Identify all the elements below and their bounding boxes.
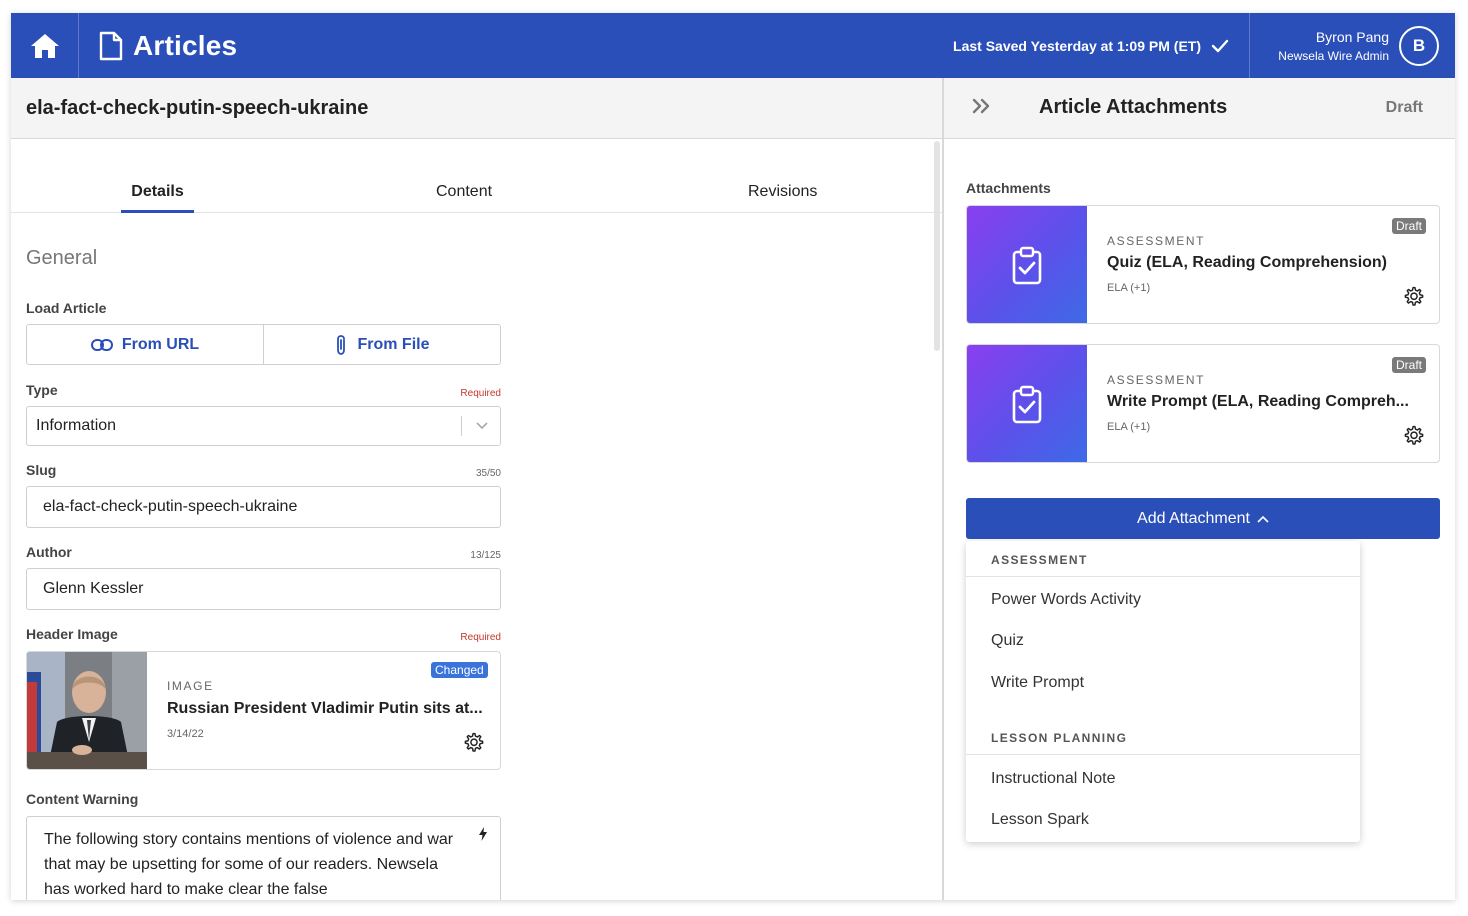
- author-input[interactable]: Glenn Kessler: [26, 568, 501, 610]
- status-badge: Draft: [1392, 357, 1427, 373]
- attachments-label: Attachments: [966, 180, 1051, 196]
- paperclip-icon: [337, 334, 346, 355]
- menu-item-lesson-spark[interactable]: Lesson Spark: [991, 811, 1089, 829]
- double-chevron-right-icon[interactable]: [972, 98, 992, 114]
- header-image-kicker: IMAGE: [167, 679, 214, 693]
- content-warning-text: The following story contains mentions of…: [44, 831, 454, 898]
- attachment-thumbnail: [967, 206, 1087, 323]
- attachment-card[interactable]: ASSESSMENT Quiz (ELA, Reading Comprehens…: [966, 205, 1440, 324]
- section-heading-general: General: [26, 247, 98, 269]
- menu-item-instructional-note[interactable]: Instructional Note: [991, 770, 1116, 788]
- page-title: ela-fact-check-putin-speech-ukraine: [26, 96, 369, 119]
- article-status: Draft: [1385, 99, 1423, 116]
- gear-icon[interactable]: [1403, 285, 1425, 307]
- clipboard-check-icon: [1012, 385, 1042, 423]
- attachment-title: Write Prompt (ELA, Reading Compreh...: [1107, 393, 1409, 410]
- type-required: Required: [460, 388, 501, 399]
- user-menu[interactable]: Byron Pang Newsela Wire Admin B: [1249, 13, 1455, 78]
- tab-content[interactable]: Content: [436, 169, 492, 213]
- add-attachment-button[interactable]: Add Attachment: [966, 498, 1440, 539]
- author-label: Author: [26, 544, 72, 560]
- app-title: Articles: [133, 29, 238, 61]
- chevron-up-icon: [1257, 515, 1269, 523]
- type-value: Information: [36, 417, 117, 434]
- article-header: ela-fact-check-putin-speech-ukraine: [11, 78, 942, 139]
- add-attachment-menu: ASSESSMENT Power Words Activity Quiz Wri…: [966, 541, 1360, 842]
- header-image-date: 3/14/22: [167, 728, 204, 740]
- attachment-kicker: ASSESSMENT: [1107, 234, 1206, 248]
- attachments-panel: Article Attachments Draft Attachments AS…: [942, 78, 1455, 900]
- tab-bar: Details Content Revisions: [11, 169, 942, 213]
- header-image-required: Required: [460, 632, 501, 643]
- add-attachment-label: Add Attachment: [1137, 509, 1250, 527]
- from-url-label: From URL: [121, 335, 200, 353]
- slug-input[interactable]: ela-fact-check-putin-speech-ukraine: [26, 486, 501, 528]
- bolt-icon[interactable]: [478, 827, 488, 841]
- slug-counter: 35/50: [475, 468, 501, 479]
- header-image-card[interactable]: IMAGE Russian President Vladimir Putin s…: [26, 651, 501, 770]
- saved-status: Last Saved Yesterday at 1:09 PM (ET): [953, 13, 1229, 78]
- attachment-subject: ELA (+1): [1107, 421, 1151, 433]
- author-counter: 13/125: [470, 550, 501, 561]
- type-select[interactable]: Information: [26, 406, 501, 446]
- header-image-thumbnail: [27, 652, 147, 769]
- tab-details[interactable]: Details: [121, 169, 194, 213]
- status-badge: Draft: [1392, 218, 1427, 234]
- top-bar: Articles Last Saved Yesterday at 1:09 PM…: [11, 13, 1455, 78]
- status-badge: Changed: [431, 662, 488, 678]
- menu-item-power-words-activity[interactable]: Power Words Activity: [991, 591, 1141, 609]
- slug-label: Slug: [26, 462, 57, 478]
- attachment-card[interactable]: ASSESSMENT Write Prompt (ELA, Reading Co…: [966, 344, 1440, 463]
- details-panel: Details Content Revisions General Load A…: [11, 139, 942, 900]
- menu-item-write-prompt[interactable]: Write Prompt: [991, 674, 1084, 692]
- attachments-title: Article Attachments: [1039, 96, 1228, 118]
- document-icon: [99, 31, 123, 60]
- attachments-header: Article Attachments Draft: [944, 78, 1455, 139]
- content-warning-textarea[interactable]: The following story contains mentions of…: [26, 816, 501, 900]
- attachment-title: Quiz (ELA, Reading Comprehension): [1107, 254, 1388, 271]
- menu-group-lesson-planning: LESSON PLANNING: [991, 731, 1128, 745]
- tab-revisions[interactable]: Revisions: [748, 169, 817, 213]
- attachment-subject: ELA (+1): [1107, 282, 1151, 294]
- avatar[interactable]: B: [1399, 25, 1439, 66]
- link-icon: [90, 338, 113, 351]
- load-article-label: Load Article: [26, 300, 107, 316]
- menu-divider: [966, 576, 1360, 577]
- saved-status-text: Last Saved Yesterday at 1:09 PM (ET): [953, 37, 1201, 54]
- menu-divider: [966, 754, 1360, 755]
- type-label: Type: [26, 382, 58, 398]
- menu-item-quiz[interactable]: Quiz: [991, 632, 1024, 650]
- header-image-title: Russian President Vladimir Putin sits at…: [167, 700, 483, 717]
- from-file-label: From File: [357, 335, 430, 353]
- select-separator: [461, 416, 462, 436]
- user-name: Byron Pang: [1315, 28, 1389, 45]
- check-icon: [1211, 39, 1229, 52]
- home-icon: [30, 33, 59, 58]
- from-file-button[interactable]: From File: [263, 325, 500, 364]
- attachment-kicker: ASSESSMENT: [1107, 373, 1206, 387]
- gear-icon[interactable]: [1403, 424, 1425, 446]
- clipboard-check-icon: [1012, 246, 1042, 284]
- from-url-button[interactable]: From URL: [27, 325, 263, 364]
- header-image-label: Header Image: [26, 626, 118, 642]
- load-article-group: From URL From File: [26, 324, 501, 365]
- gear-icon[interactable]: [463, 731, 485, 753]
- user-role: Newsela Wire Admin: [1278, 48, 1389, 63]
- menu-group-assessment: ASSESSMENT: [991, 553, 1088, 567]
- attachment-thumbnail: [967, 345, 1087, 462]
- app-window: Articles Last Saved Yesterday at 1:09 PM…: [11, 13, 1455, 900]
- chevron-down-icon: [476, 422, 488, 430]
- home-button[interactable]: [11, 13, 79, 78]
- content-warning-label: Content Warning: [26, 791, 139, 807]
